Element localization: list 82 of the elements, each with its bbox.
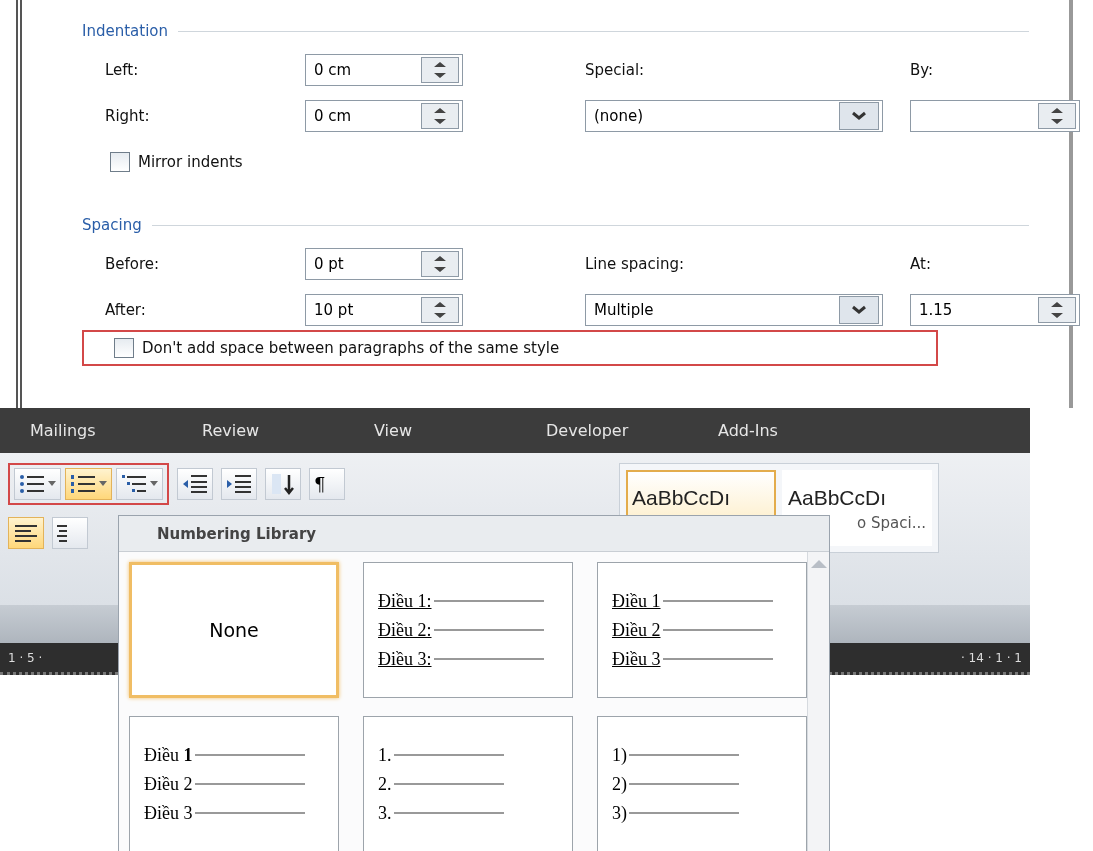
sort-icon	[270, 473, 296, 495]
numbered-list-icon	[70, 473, 96, 495]
field-label: Special:	[585, 61, 646, 79]
numbering-option[interactable]: None	[129, 562, 339, 698]
list-number: Điều 2	[612, 619, 661, 641]
list-number: Điều 2	[144, 773, 193, 795]
align-button[interactable]	[52, 517, 88, 549]
list-number: Điều 1:	[378, 590, 432, 612]
input-field[interactable]: 0 cm	[305, 100, 463, 132]
list-number: 1)	[612, 744, 627, 766]
dropdown-field[interactable]: Multiple	[585, 294, 883, 326]
list-button[interactable]	[116, 468, 163, 500]
increase-indent-icon	[226, 473, 252, 495]
list-number: 3.	[378, 802, 392, 824]
multilevel-list-icon	[121, 473, 147, 495]
paragraph-mark-button[interactable]: ¶	[309, 468, 345, 500]
section-title: Spacing	[82, 216, 142, 234]
decrease-indent-icon	[182, 473, 208, 495]
align-left-icon	[13, 522, 39, 544]
list-number: Điều 3	[144, 802, 193, 824]
field-label: Line spacing:	[585, 255, 686, 273]
input-field[interactable]: 1.15	[910, 294, 1080, 326]
list-number: Điều 1	[612, 590, 661, 612]
list-number: Điều 2:	[378, 619, 432, 641]
spinner-icon[interactable]	[421, 251, 459, 277]
ruler-numbers: · 14 · 1 · 1	[960, 650, 1022, 665]
style-sample: AaBbCcDı	[632, 486, 732, 510]
ribbon-tab[interactable]: Review	[202, 421, 374, 440]
spinner-icon[interactable]	[1038, 103, 1076, 129]
option-label: None	[209, 619, 259, 641]
ribbon-tab[interactable]: Developer	[546, 421, 718, 440]
list-number: 2)	[612, 773, 627, 795]
numbering-option[interactable]: Điều 1: Điều 2: Điều 3:	[363, 562, 573, 698]
numbering-option[interactable]: Điều 1 Điều 2 Điều 3	[597, 562, 807, 698]
toolbar-button[interactable]	[177, 468, 213, 500]
align-center-icon	[57, 522, 67, 544]
field-label: After:	[105, 301, 147, 319]
style-name: o Spaci...	[857, 514, 926, 532]
spinner-icon[interactable]	[421, 103, 459, 129]
ruler-numbers: 1 · 5 ·	[8, 650, 43, 665]
list-number: Điều 3	[612, 648, 661, 670]
field-label: Before:	[105, 255, 161, 273]
bullet-list-icon	[19, 473, 45, 495]
numbering-option[interactable]: 1. 2. 3.	[363, 716, 573, 851]
align-button[interactable]	[8, 517, 44, 549]
checkbox-label: Mirror indents	[138, 153, 243, 171]
checkbox[interactable]	[114, 338, 134, 358]
field-label: Right:	[105, 107, 151, 125]
input-field[interactable]: 0 pt	[305, 248, 463, 280]
dropdown-title: Numbering Library	[157, 524, 317, 543]
dropdown-field[interactable]: (none)	[585, 100, 883, 132]
checkbox[interactable]	[110, 152, 130, 172]
checkbox-label: Don't add space between paragraphs of the same style	[142, 339, 560, 357]
ribbon-tab[interactable]: View	[374, 421, 546, 440]
list-number: 1.	[378, 744, 392, 766]
list-button[interactable]	[14, 468, 61, 500]
input-field[interactable]: 10 pt	[305, 294, 463, 326]
field-label: Left:	[105, 61, 140, 79]
toolbar-button[interactable]	[221, 468, 257, 500]
list-button[interactable]	[65, 468, 112, 500]
input-field[interactable]: 0 cm	[305, 54, 463, 86]
list-number: 2.	[378, 773, 392, 795]
numbering-option[interactable]: Điều 1 Điều 2 Điều 3	[129, 716, 339, 851]
caret-icon	[99, 481, 107, 487]
scrollbar[interactable]	[807, 552, 829, 851]
ribbon-tab[interactable]: Add-Ins	[718, 421, 890, 440]
spinner-icon[interactable]	[1038, 297, 1076, 323]
spinner-icon[interactable]	[421, 57, 459, 83]
ribbon-tab[interactable]: Mailings	[30, 421, 202, 440]
field-label: By:	[910, 61, 935, 79]
spinner-icon[interactable]	[421, 297, 459, 323]
input-field[interactable]	[910, 100, 1080, 132]
caret-icon	[150, 481, 158, 487]
field-label: At:	[910, 255, 932, 273]
numbering-option[interactable]: 1) 2) 3)	[597, 716, 807, 851]
list-number: 3)	[612, 802, 627, 824]
list-number: Điều 3:	[378, 648, 432, 670]
caret-icon	[48, 481, 56, 487]
list-number: Điều 1	[144, 744, 193, 766]
style-sample: AaBbCcDı	[788, 486, 888, 510]
section-title: Indentation	[82, 22, 168, 40]
toolbar-button[interactable]	[265, 468, 301, 500]
